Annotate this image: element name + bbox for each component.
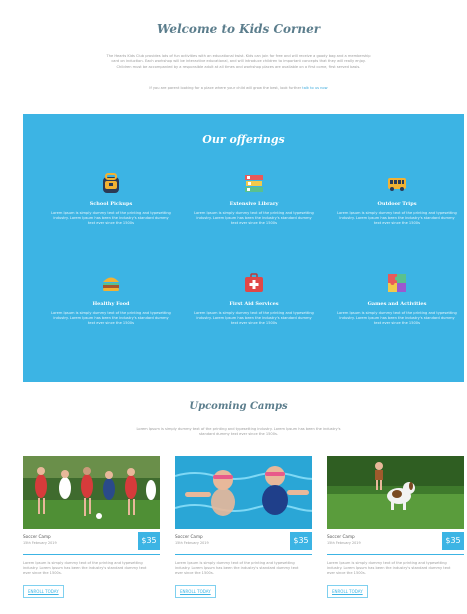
offering-desc: Lorem Ipsum is simply dummy text of the … [337,211,457,226]
offering-name: First Aid Services [229,301,279,307]
welcome-text: The Hearts Kids Club provides lots of fu… [106,54,371,69]
offering-desc: Lorem Ipsum is simply dummy text of the … [51,311,171,326]
divider [175,554,312,555]
bus-icon [386,172,408,194]
camp-date: 15th February 2019 [23,541,57,545]
enroll-today-button[interactable]: ENROLL TODAY [23,584,64,598]
camp-date: 15th February 2019 [327,541,361,545]
enroll-today-button[interactable]: ENROLL TODAY [327,584,368,598]
divider [327,554,464,555]
camps-title: Upcoming Camps [189,401,288,412]
camp-name: Soccer Camp [23,534,51,539]
offering-first-aid: First Aid Services Lorem Ipsum is simply… [194,272,314,327]
welcome-cta-text: If you are parent looking for a place wh… [149,86,303,90]
camp-photo-kid-with-dog [327,456,464,529]
school-bag-icon [100,172,122,194]
offering-name: Healthy Food [92,301,130,307]
welcome-cta: If you are parent looking for a place wh… [10,86,467,90]
price-badge: $35 [442,532,464,550]
welcome-title: Welcome to Kids Corner [156,22,321,36]
talk-to-us-link[interactable]: talk to us now [302,86,327,90]
camp-card: Soccer Camp 15th February 2019 $35 Lorem… [175,456,312,598]
burger-icon [100,272,122,294]
offerings-title: Our offerings [202,133,285,146]
camp-description: Lorem Ipsum is simply dummy text of the … [175,561,299,576]
offering-desc: Lorem Ipsum is simply dummy text of the … [337,311,457,326]
camp-meta: Soccer Camp 15th February 2019 $35 [175,532,312,554]
puzzle-icon [386,272,408,294]
camp-meta: Soccer Camp 15th February 2019 $35 [327,532,464,554]
offering-name: Outdoor Trips [377,201,417,207]
enroll-today-button[interactable]: ENROLL TODAY [175,584,216,598]
books-icon [243,172,265,194]
offering-desc: Lorem Ipsum is simply dummy text of the … [51,211,171,226]
camp-name: Soccer Camp [175,534,203,539]
camp-description: Lorem Ipsum is simply dummy text of the … [327,561,451,576]
offering-desc: Lorem Ipsum is simply dummy text of the … [194,211,314,226]
camp-description: Lorem Ipsum is simply dummy text of the … [23,561,147,576]
price-badge: $35 [290,532,312,550]
camp-photo-swimming [175,456,312,529]
offering-outdoor-trips: Outdoor Trips Lorem Ipsum is simply dumm… [337,172,457,227]
price-badge: $35 [138,532,160,550]
camp-meta: Soccer Camp 15th February 2019 $35 [23,532,160,554]
camp-date: 15th February 2019 [175,541,209,545]
offering-name: Games and Activities [367,301,427,307]
camp-card: Soccer Camp 15th February 2019 $35 Lorem… [23,456,160,598]
camp-photo-soccer-kids [23,456,160,529]
camp-card: Soccer Camp 15th February 2019 $35 Lorem… [327,456,464,598]
camp-name: Soccer Camp [327,534,355,539]
first-aid-icon [243,272,265,294]
page: Welcome to Kids Corner The Hearts Kids C… [10,0,467,614]
offering-games: Games and Activities Lorem Ipsum is simp… [337,272,457,327]
camps-subtitle: Lorem Ipsum is simply dummy text of the … [136,427,341,437]
offering-desc: Lorem Ipsum is simply dummy text of the … [194,311,314,326]
offering-name: School Pickups [89,201,133,207]
offering-name: Extensive Library [229,201,279,207]
offering-extensive-library: Extensive Library Lorem Ipsum is simply … [194,172,314,227]
offering-healthy-food: Healthy Food Lorem Ipsum is simply dummy… [51,272,171,327]
offering-school-pickups: School Pickups Lorem Ipsum is simply dum… [51,172,171,227]
divider [23,554,160,555]
offerings-section: Our offerings School Pickups Lorem Ipsum… [23,114,464,382]
